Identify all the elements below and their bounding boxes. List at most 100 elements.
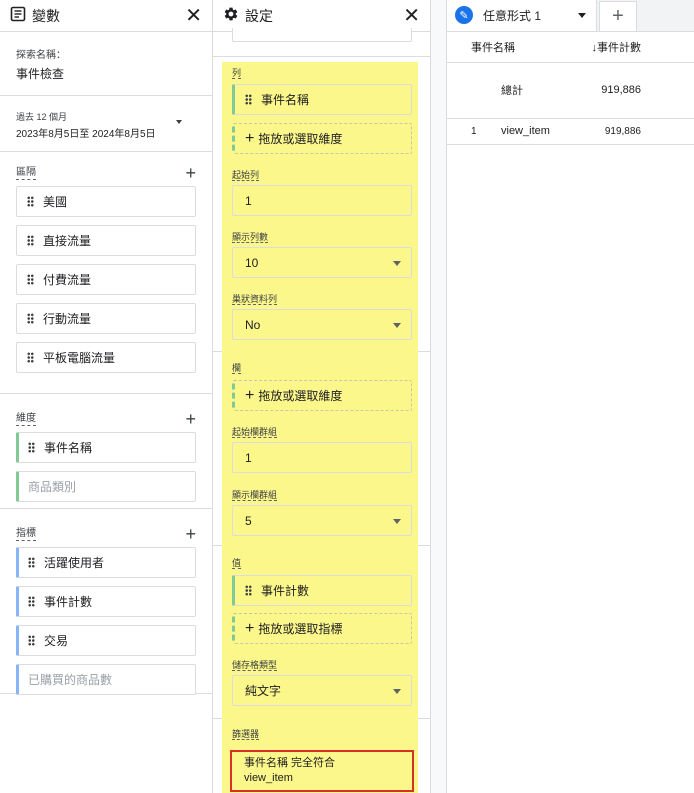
dimension-label: 事件名稱 <box>44 441 93 455</box>
metric-chip[interactable]: 活躍使用者 <box>16 547 196 578</box>
divider <box>213 56 431 57</box>
chevron-down-icon[interactable] <box>176 120 182 124</box>
segment-label: 美國 <box>43 195 68 209</box>
close-icon[interactable]: ✕ <box>185 6 202 26</box>
drag-handle-icon[interactable] <box>27 313 34 324</box>
drag-handle-icon[interactable] <box>27 235 34 246</box>
segment-chip[interactable]: 美國 <box>16 186 196 217</box>
show-rows-value: 10 <box>245 255 259 270</box>
date-range-picker[interactable]: 過去 12 個月 2023年8月5日至 2024年8月5日 <box>0 96 212 152</box>
metric-label: 事件計數 <box>44 595 93 609</box>
values-metric-chip[interactable]: 事件計數 <box>232 575 412 606</box>
dimensions-section: 維度 + 事件名稱 商品類別 <box>0 394 212 509</box>
exploration-name[interactable]: 事件檢查 <box>16 65 196 82</box>
segment-chip[interactable]: 付費流量 <box>16 264 196 295</box>
divider <box>418 718 431 719</box>
metrics-title: 指標 <box>16 527 36 541</box>
dimensions-title: 維度 <box>16 412 36 426</box>
drop-dimension-label: 拖放或選取維度 <box>258 389 343 403</box>
plus-icon: + <box>245 619 255 637</box>
drop-metric-label: 拖放或選取指標 <box>258 622 343 636</box>
segment-chip[interactable]: 平板電腦流量 <box>16 342 196 373</box>
column-header-dimension[interactable]: 事件名稱 <box>447 32 567 62</box>
totals-row: 總計 919,886 <box>447 62 694 118</box>
show-cols-value: 5 <box>245 513 252 528</box>
drop-dimension-label: 拖放或選取維度 <box>258 132 343 146</box>
drag-handle-icon[interactable] <box>27 274 34 285</box>
filter-chip[interactable]: 事件名稱 完全符合 view_item <box>230 750 414 792</box>
columns-title: 欄 <box>232 363 242 374</box>
rows-title: 列 <box>232 68 242 79</box>
table-cell-dimension: 1 view_item <box>447 118 567 144</box>
drag-handle-icon[interactable] <box>27 196 34 207</box>
divider <box>213 351 222 352</box>
drag-handle-icon[interactable] <box>28 557 35 568</box>
add-dimension-plus-icon[interactable]: + <box>185 410 196 428</box>
settings-title: 設定 <box>245 7 273 24</box>
variables-panel: 變數 ✕ 探索名稱： 事件檢查 過去 12 個月 2023年8月5日至 2024… <box>0 0 213 793</box>
date-range-label: 過去 12 個月 <box>16 112 68 122</box>
values-metric-label: 事件計數 <box>261 584 310 598</box>
drag-handle-icon[interactable] <box>28 635 35 646</box>
metric-chip[interactable]: 交易 <box>16 625 196 656</box>
show-rows-label: 顯示列數 <box>232 232 269 243</box>
metric-label: 活躍使用者 <box>44 556 105 570</box>
pencil-icon: ✎ <box>455 6 473 24</box>
metric-chip[interactable]: 事件計數 <box>16 586 196 617</box>
divider <box>213 718 222 719</box>
variables-title: 變數 <box>32 7 60 24</box>
rows-dimension-label: 事件名稱 <box>261 93 310 107</box>
drag-handle-icon[interactable] <box>27 352 34 363</box>
drop-column-dimension-target[interactable]: + 拖放或選取維度 <box>232 380 412 411</box>
column-header-metric[interactable]: ↓事件計數 <box>567 32 694 62</box>
segment-chip[interactable]: 直接流量 <box>16 225 196 256</box>
segment-label: 付費流量 <box>43 273 92 287</box>
drag-handle-icon[interactable] <box>28 596 35 607</box>
plus-icon: + <box>245 129 255 147</box>
exploration-name-section[interactable]: 探索名稱： 事件檢查 <box>0 32 212 96</box>
row-index: 1 <box>471 126 477 137</box>
drag-handle-icon[interactable] <box>245 94 252 105</box>
add-segment-plus-icon[interactable]: + <box>185 164 196 182</box>
values-title: 值 <box>232 558 242 569</box>
dimension-chip[interactable]: 商品類別 <box>16 471 196 502</box>
close-icon[interactable]: ✕ <box>403 6 420 26</box>
start-row-input[interactable]: 1 <box>232 185 412 216</box>
cell-type-select[interactable]: 純文字 <box>232 675 412 706</box>
drop-dimension-target[interactable]: + 拖放或選取維度 <box>232 123 412 154</box>
add-metric-plus-icon[interactable]: + <box>185 525 196 543</box>
metric-label: 交易 <box>44 634 69 648</box>
plus-icon: + <box>245 386 255 404</box>
cell-type-value: 純文字 <box>245 684 282 698</box>
dimension-label: 商品類別 <box>28 480 77 494</box>
results-table: 事件名稱 ↓事件計數 總計 919,886 1 view_item 919,886 <box>447 32 694 145</box>
total-label: 總計 <box>501 85 523 97</box>
nested-rows-label: 巢狀資料列 <box>232 294 278 305</box>
segments-title: 區隔 <box>16 166 36 180</box>
rows-dimension-chip[interactable]: 事件名稱 <box>232 84 412 115</box>
drop-metric-target[interactable]: + 拖放或選取指標 <box>232 613 412 644</box>
tab-freeform[interactable]: ✎ 任意形式 1 <box>447 0 597 31</box>
table-header: 事件名稱 ↓事件計數 <box>447 32 694 62</box>
start-col-value: 1 <box>245 450 252 465</box>
row-name: view_item <box>501 125 550 137</box>
segment-chip[interactable]: 行動流量 <box>16 303 196 334</box>
table-row[interactable]: 1 view_item 919,886 <box>447 118 694 144</box>
nested-rows-value: No <box>245 317 261 332</box>
drag-handle-icon[interactable] <box>28 442 35 453</box>
chevron-down-icon[interactable] <box>578 12 586 18</box>
segments-section: 區隔 + 美國 直接流量 付費流量 行動流量 平板電腦流量 <box>0 164 212 394</box>
scrolled-box <box>232 28 412 42</box>
show-cols-select[interactable]: 5 <box>232 505 412 536</box>
dimension-chip[interactable]: 事件名稱 <box>16 432 196 463</box>
show-rows-select[interactable]: 10 <box>232 247 412 278</box>
metrics-section: 指標 + 活躍使用者 事件計數 交易 已購買的商品數 <box>0 509 212 695</box>
nested-rows-select[interactable]: No <box>232 309 412 340</box>
start-col-input[interactable]: 1 <box>232 442 412 473</box>
drag-handle-icon[interactable] <box>245 585 252 596</box>
date-range: 2023年8月5日至 2024年8月5日 <box>16 129 156 140</box>
start-row-label: 起始列 <box>232 170 260 181</box>
output-panel: ✎ 任意形式 1 + 事件名稱 ↓事件計數 總計 919,886 1 view_i… <box>446 0 694 793</box>
metric-chip[interactable]: 已購買的商品數 <box>16 664 196 695</box>
add-tab-plus-icon[interactable]: + <box>599 1 637 31</box>
